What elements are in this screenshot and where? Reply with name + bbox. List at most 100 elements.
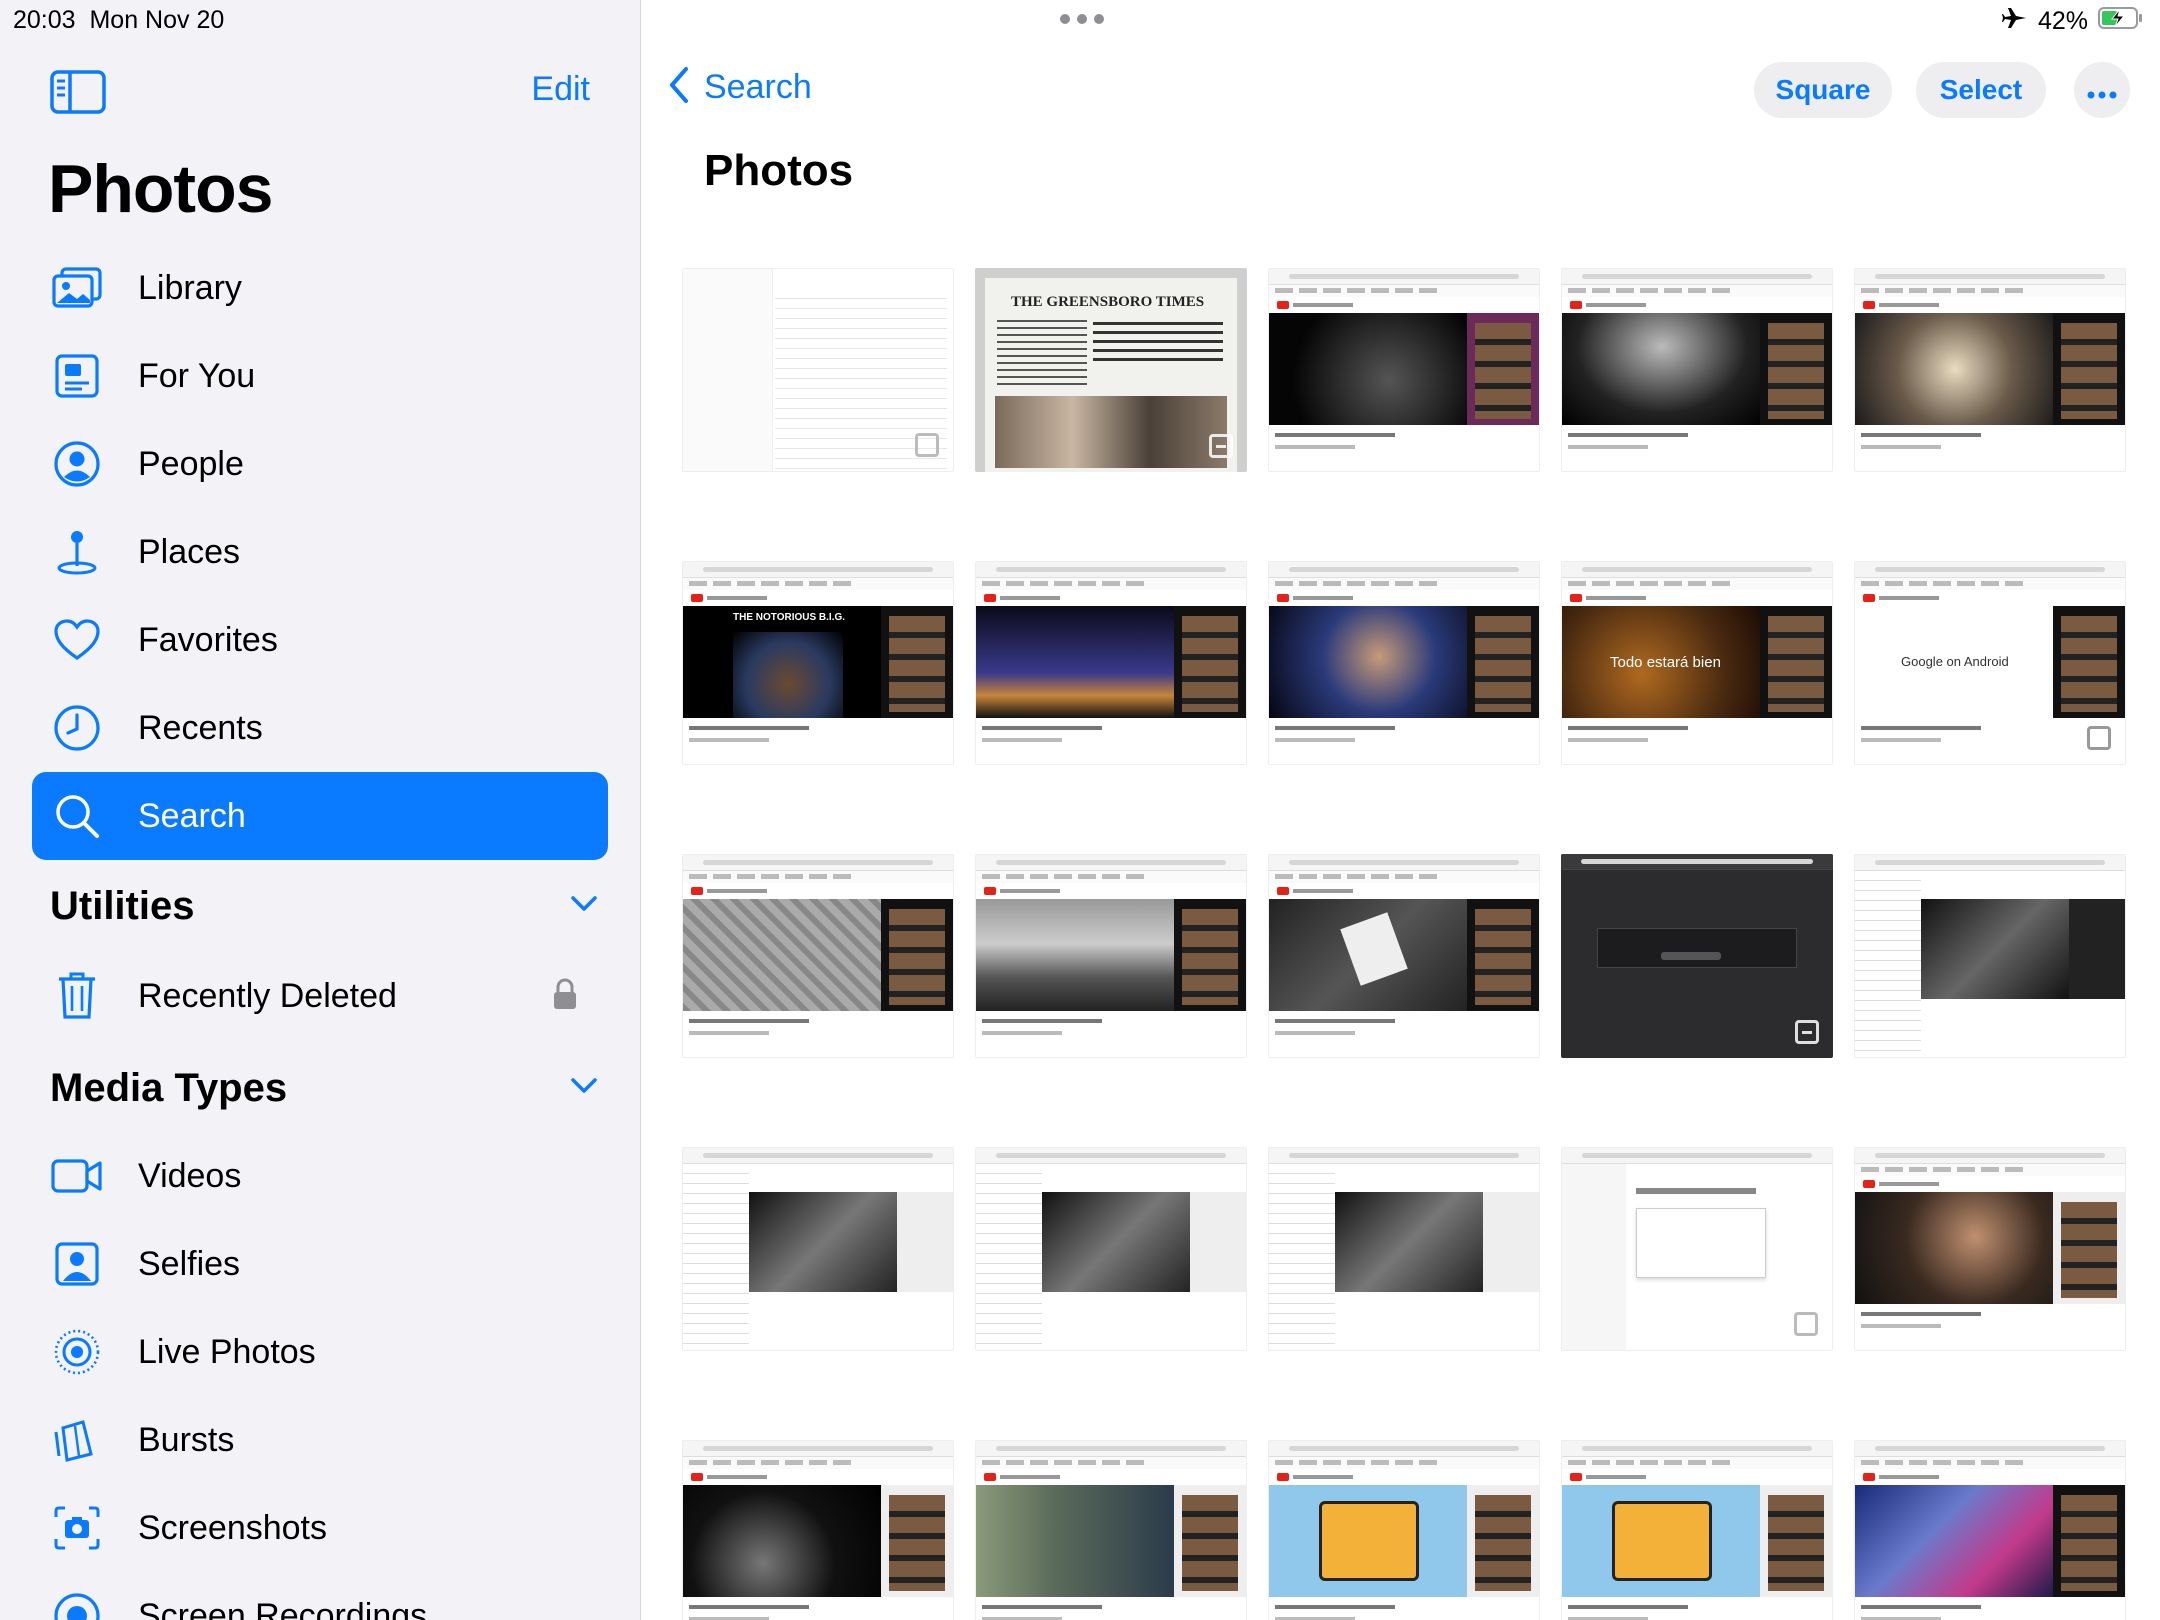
photo-thumbnail[interactable]: Todo estará bien xyxy=(1561,561,1833,765)
photo-thumbnail[interactable]: Google on Android xyxy=(1854,561,2126,765)
lock-icon xyxy=(552,977,578,1016)
chevron-down-icon xyxy=(570,895,598,918)
sidebar-item-for-you[interactable]: For You xyxy=(32,332,608,420)
photo-thumbnail[interactable] xyxy=(1561,268,1833,472)
sidebar-item-people[interactable]: People xyxy=(32,420,608,508)
airplane-icon xyxy=(2001,6,2028,37)
photo-thumbnail[interactable] xyxy=(975,854,1247,1058)
video-icon xyxy=(50,1149,104,1203)
photo-thumbnail[interactable] xyxy=(1854,268,2126,472)
clock-icon xyxy=(50,701,104,755)
sidebar-item-recently-deleted[interactable]: Recently Deleted xyxy=(32,952,608,1040)
photo-grid: THE GREENSBORO TIMES THE NOTORIOUS B.I.G… xyxy=(682,268,2132,1620)
photo-thumbnail[interactable] xyxy=(1854,854,2126,1058)
photo-thumbnail[interactable] xyxy=(1561,1147,1833,1351)
thumbnail-caption: Todo estará bien xyxy=(1610,654,1721,671)
select-button[interactable]: Select xyxy=(1916,62,2046,118)
page-title: Photos xyxy=(704,146,854,195)
edit-button[interactable]: Edit xyxy=(531,70,590,109)
photo-thumbnail[interactable] xyxy=(1268,1440,1540,1620)
chevron-left-icon xyxy=(668,66,690,109)
thumbnail-caption: THE GREENSBORO TIMES xyxy=(1011,294,1205,310)
live-photo-icon xyxy=(50,1325,104,1379)
back-button[interactable]: Search xyxy=(668,66,812,109)
screenshot-icon xyxy=(50,1501,104,1555)
utilities-section-header[interactable]: Utilities xyxy=(50,876,598,936)
main-content: 42% Search Square Select Photos THE GREE… xyxy=(642,0,2160,1620)
sidebar-item-label: Recents xyxy=(138,708,263,747)
sidebar-item-selfies[interactable]: Selfies xyxy=(32,1220,608,1308)
sidebar-item-label: People xyxy=(138,444,244,483)
utilities-title: Utilities xyxy=(50,883,195,928)
sidebar-item-live-photos[interactable]: Live Photos xyxy=(32,1308,608,1396)
photo-thumbnail[interactable] xyxy=(1268,561,1540,765)
sidebar-item-label: Live Photos xyxy=(138,1332,316,1371)
trash-icon xyxy=(50,969,104,1023)
sidebar-item-label: Search xyxy=(138,796,246,835)
sidebar-item-label: Bursts xyxy=(138,1420,235,1459)
square-button[interactable]: Square xyxy=(1754,62,1892,118)
chevron-down-icon xyxy=(570,1077,598,1100)
library-icon xyxy=(50,261,104,315)
search-icon xyxy=(50,789,104,843)
sidebar-item-screen-recordings[interactable]: Screen Recordings xyxy=(32,1572,608,1620)
photo-thumbnail[interactable] xyxy=(975,561,1247,765)
sidebar-item-library[interactable]: Library xyxy=(32,244,608,332)
photo-thumbnail[interactable] xyxy=(975,1147,1247,1351)
sidebar-item-search[interactable]: Search xyxy=(32,772,608,860)
bursts-icon xyxy=(50,1413,104,1467)
screen-recording-icon xyxy=(50,1589,104,1620)
photo-thumbnail[interactable] xyxy=(682,1440,954,1620)
photo-thumbnail[interactable] xyxy=(682,268,954,472)
sidebar-item-recents[interactable]: Recents xyxy=(32,684,608,772)
photo-thumbnail[interactable] xyxy=(682,854,954,1058)
selfie-icon xyxy=(50,1237,104,1291)
battery-charging-icon xyxy=(2098,6,2144,37)
sidebar: 20:03 Mon Nov 20 Edit Photos Library For… xyxy=(0,0,641,1620)
sidebar-toggle-icon[interactable] xyxy=(50,70,106,114)
media-types-title: Media Types xyxy=(50,1065,288,1110)
photo-thumbnail[interactable] xyxy=(1268,854,1540,1058)
back-button-label: Search xyxy=(704,68,812,106)
photos-app: 20:03 Mon Nov 20 Edit Photos Library For… xyxy=(0,0,2160,1620)
sidebar-item-favorites[interactable]: Favorites xyxy=(32,596,608,684)
people-icon xyxy=(50,437,104,491)
status-time-clock: 20:03 xyxy=(13,6,76,34)
places-icon xyxy=(50,525,104,579)
sidebar-item-label: Videos xyxy=(138,1156,242,1195)
sidebar-item-screenshots[interactable]: Screenshots xyxy=(32,1484,608,1572)
media-types-section-header[interactable]: Media Types xyxy=(50,1058,598,1118)
photo-thumbnail[interactable] xyxy=(1561,1440,1833,1620)
photo-thumbnail[interactable] xyxy=(1854,1440,2126,1620)
ellipsis-icon xyxy=(2087,74,2117,106)
sidebar-item-label: Places xyxy=(138,532,241,571)
sidebar-item-label: Favorites xyxy=(138,620,278,659)
sidebar-item-places[interactable]: Places xyxy=(32,508,608,596)
sidebar-title: Photos xyxy=(48,151,273,227)
photo-thumbnail[interactable] xyxy=(682,1147,954,1351)
sidebar-item-label: Library xyxy=(138,268,242,307)
heart-icon xyxy=(50,613,104,667)
photo-thumbnail[interactable] xyxy=(1561,854,1833,1058)
photo-thumbnail[interactable] xyxy=(1854,1147,2126,1351)
sidebar-item-label: For You xyxy=(138,356,256,395)
sidebar-item-videos[interactable]: Videos xyxy=(32,1132,608,1220)
multitasking-dots-icon[interactable] xyxy=(1060,14,1104,24)
photo-thumbnail[interactable] xyxy=(1268,1147,1540,1351)
status-date: Mon Nov 20 xyxy=(89,6,225,34)
for-you-icon xyxy=(50,349,104,403)
photo-thumbnail[interactable]: THE NOTORIOUS B.I.G. xyxy=(682,561,954,765)
more-button[interactable] xyxy=(2074,62,2130,118)
status-time: 20:03 Mon Nov 20 xyxy=(13,6,224,35)
sidebar-item-label: Selfies xyxy=(138,1244,241,1283)
thumbnail-caption: THE NOTORIOUS B.I.G. xyxy=(733,612,846,623)
photo-thumbnail[interactable] xyxy=(975,1440,1247,1620)
sidebar-item-bursts[interactable]: Bursts xyxy=(32,1396,608,1484)
sidebar-item-label: Recently Deleted xyxy=(138,976,397,1015)
sidebar-item-label: Screenshots xyxy=(138,1508,327,1547)
battery-percent: 42% xyxy=(2037,7,2088,35)
status-indicators: 42% xyxy=(2001,6,2144,37)
thumbnail-caption: Google on Android xyxy=(1901,654,2009,669)
photo-thumbnail[interactable] xyxy=(1268,268,1540,472)
photo-thumbnail[interactable]: THE GREENSBORO TIMES xyxy=(975,268,1247,472)
